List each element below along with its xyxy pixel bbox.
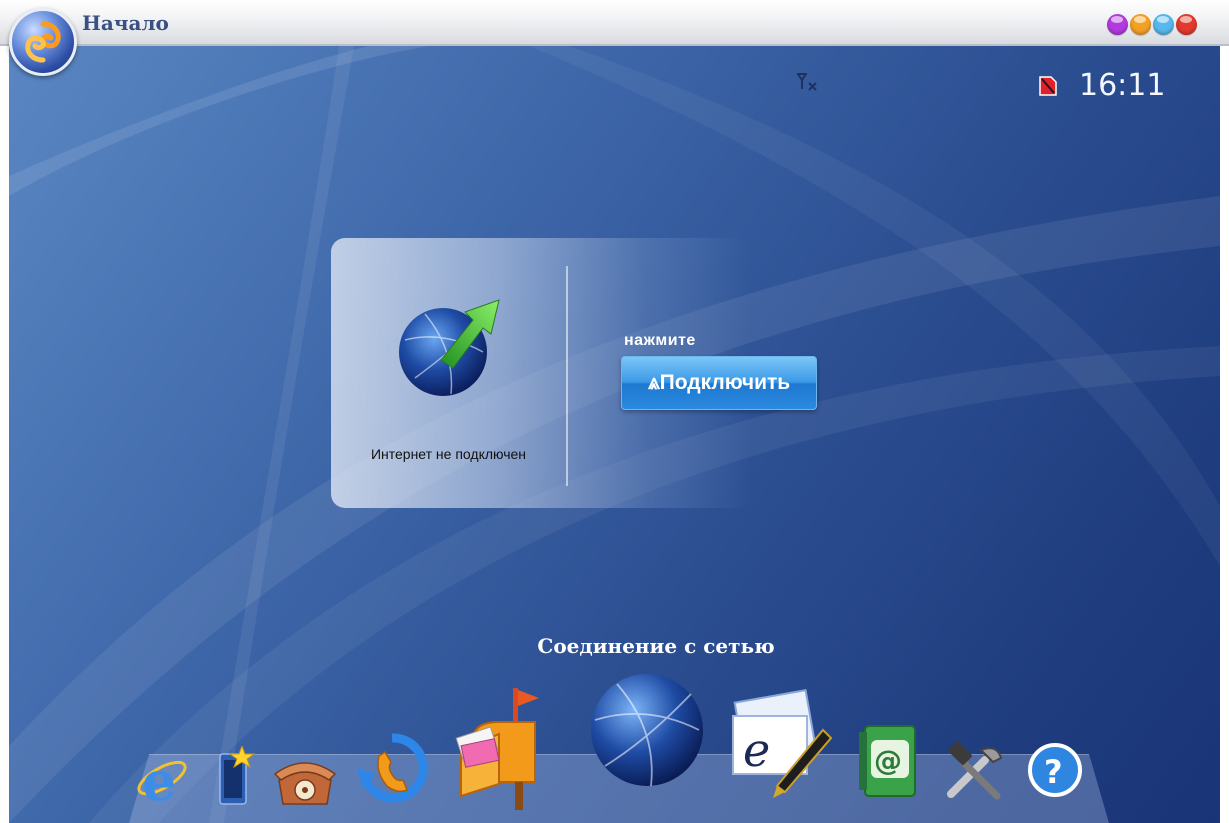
tools-icon[interactable]	[941, 738, 1007, 804]
favorites-icon[interactable]	[214, 746, 256, 808]
minimize-button[interactable]	[1107, 14, 1128, 35]
svg-text:?: ?	[1044, 753, 1063, 791]
svg-text:@: @	[874, 744, 902, 777]
svg-text:e: e	[142, 749, 176, 808]
clock: 16:11	[1079, 68, 1166, 103]
no-signal-icon	[797, 73, 817, 91]
connection-status: Интернет не подключен	[370, 446, 527, 462]
maximize-button[interactable]	[1153, 14, 1174, 35]
mailbox-icon[interactable]	[455, 688, 547, 810]
internet-explorer-icon[interactable]: e	[134, 738, 190, 808]
title-bar: Начало	[0, 0, 1229, 46]
app-logo-icon[interactable]	[9, 8, 77, 76]
telephone-icon[interactable]	[273, 756, 337, 808]
address-book-icon[interactable]: @	[857, 722, 919, 800]
internet-globe-icon	[399, 299, 500, 396]
app-window: Начало 16:11 Интернет не подключен нажми…	[0, 0, 1229, 823]
call-sync-icon[interactable]	[357, 732, 427, 808]
hint-label: нажмите	[624, 332, 696, 349]
dock-caption: Соединение с сетью	[537, 634, 775, 658]
help-icon[interactable]: ?	[1027, 742, 1083, 800]
desktop-area: 16:11 Интернет не подключен нажмите ⩓Под…	[9, 46, 1220, 823]
panel-divider	[566, 266, 568, 486]
no-sim-icon	[1039, 76, 1057, 96]
network-globe-icon[interactable]	[587, 670, 707, 792]
connect-button[interactable]: ⩓Подключить	[621, 356, 817, 410]
close-button[interactable]	[1176, 14, 1197, 35]
window-title: Начало	[82, 11, 169, 35]
restore-button[interactable]	[1130, 14, 1151, 35]
sms-write-icon[interactable]: e	[727, 686, 835, 808]
svg-text:e: e	[743, 723, 770, 777]
connection-panel: Интернет не подключен нажмите ⩓Подключит…	[331, 238, 817, 508]
